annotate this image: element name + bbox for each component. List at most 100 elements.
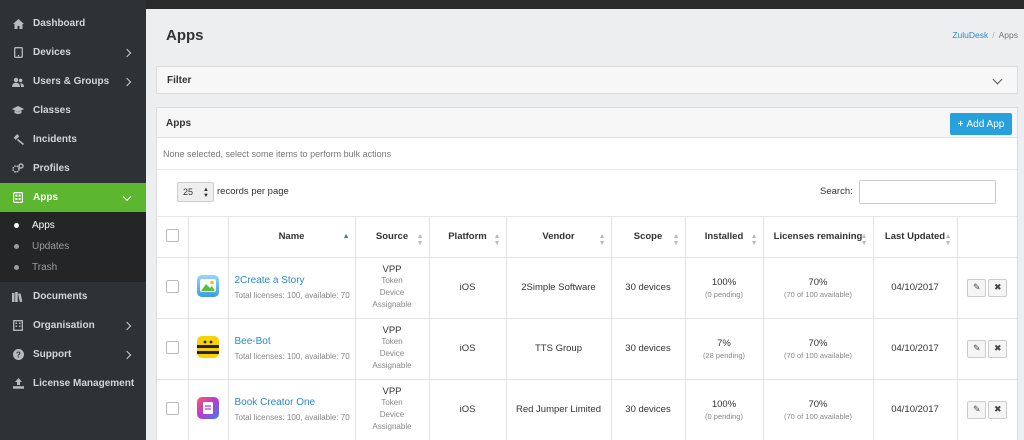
source-sub: Assignable [372, 422, 412, 431]
app-name-link[interactable]: Book Creator One [235, 397, 355, 408]
chevron-right-icon [122, 321, 132, 330]
apps-table: Name ▲ Source ▲ ▼ Platform ▲ ▼ Vendor ▲ ▼ Scope… [157, 217, 1017, 440]
chevron-right-icon [122, 48, 132, 57]
records-per-page-value: 25 [183, 187, 194, 197]
sidebar-item-license-management[interactable]: License Management [0, 369, 146, 398]
breadcrumb-current: Apps [998, 30, 1018, 40]
chevron-right-icon [122, 77, 132, 86]
column-header-source[interactable]: Source ▲ ▼ [355, 217, 430, 258]
pencil-icon: ✎ [972, 343, 981, 353]
sidebar-item-profiles[interactable]: Profiles [0, 154, 146, 183]
sidebar-item-dashboard[interactable]: Dashboard [0, 9, 146, 38]
breadcrumb-root-link[interactable]: ZuluDesk [952, 30, 988, 40]
column-header-platform[interactable]: Platform ▲ ▼ [429, 217, 507, 258]
vendor-cell: 2Simple Software [506, 257, 612, 319]
select-all-cell [157, 217, 189, 258]
column-label: Installed [704, 231, 744, 243]
column-header-last-updated[interactable]: Last Updated ▲ ▼ [873, 217, 958, 258]
column-header-installed[interactable]: Installed ▲ ▼ [685, 217, 764, 258]
sidebar-item-apps[interactable]: Apps [0, 183, 146, 212]
scope-cell: 30 devices [611, 318, 686, 380]
delete-button[interactable]: ✖ [988, 339, 1008, 358]
filter-title: Filter [167, 75, 192, 86]
source-cell: VPP Token Device Assignable [355, 379, 430, 440]
users-icon [12, 76, 24, 88]
platform-cell: iOS [429, 257, 507, 319]
sidebar-item-organisation[interactable]: Organisation [0, 311, 146, 340]
app-book-creator-icon [197, 397, 219, 419]
graduation-cap-icon [12, 105, 24, 117]
add-app-button[interactable]: + Add App [950, 113, 1012, 135]
actions-cell: ✎ ✖ [957, 318, 1017, 380]
sidebar-item-incidents[interactable]: Incidents [0, 125, 146, 154]
app-name-cell: Bee-Bot Total licenses: 100, available: … [228, 318, 356, 380]
records-per-page-label: records per page [217, 186, 289, 197]
subnav-item-updates[interactable]: Updates [0, 236, 146, 257]
filter-panel[interactable]: Filter [156, 66, 1018, 94]
column-header-name[interactable]: Name ▲ [228, 217, 356, 258]
select-all-checkbox[interactable] [165, 228, 179, 242]
sidebar-item-label: License Management [33, 378, 135, 389]
sidebar-item-classes[interactable]: Classes [0, 96, 146, 125]
licenses-cell: 70% (70 of 100 available) [763, 318, 874, 380]
installed-pending: (0 pending) [705, 411, 743, 421]
source-sub: Assignable [372, 300, 412, 309]
gears-icon [12, 163, 24, 175]
tablet-icon [12, 47, 24, 59]
column-header-scope[interactable]: Scope ▲ ▼ [611, 217, 686, 258]
licenses-available: (70 of 100 available) [784, 411, 852, 421]
row-checkbox[interactable] [165, 340, 179, 354]
column-header-licenses-remaining[interactable]: Licenses remaining ▲ ▼ [763, 217, 874, 258]
close-icon: ✖ [993, 282, 1002, 292]
source-cell: VPP Token Device Assignable [355, 318, 430, 380]
search-input[interactable] [859, 180, 996, 204]
app-name-cell: Book Creator One Total licenses: 100, av… [228, 379, 356, 440]
table-row[interactable]: Book Creator One Total licenses: 100, av… [157, 379, 1017, 440]
source-label: VPP [382, 386, 402, 397]
last-updated-cell: 04/10/2017 [873, 379, 958, 440]
search-label: Search: [820, 186, 853, 197]
chevron-down-icon[interactable] [992, 74, 1003, 85]
apps-panel-title: Apps [166, 118, 191, 129]
sort-icon: ▲ ▼ [860, 233, 868, 247]
row-checkbox[interactable] [165, 279, 179, 293]
edit-button[interactable]: ✎ [967, 400, 987, 419]
installed-cell: 100% (0 pending) [685, 379, 764, 440]
column-header-vendor[interactable]: Vendor ▲ ▼ [506, 217, 612, 258]
delete-button[interactable]: ✖ [988, 278, 1008, 297]
app-name-link[interactable]: Bee-Bot [235, 336, 355, 347]
sidebar-item-documents[interactable]: Documents [0, 282, 146, 311]
sidebar-item-support[interactable]: ? Support [0, 340, 146, 369]
table-row[interactable]: Bee-Bot Total licenses: 100, available: … [157, 318, 1017, 380]
top-bar [0, 0, 1024, 9]
page-title: Apps [166, 27, 204, 44]
sidebar-item-devices[interactable]: Devices [0, 38, 146, 67]
subnav-item-apps[interactable]: Apps [0, 215, 146, 236]
row-checkbox[interactable] [165, 401, 179, 415]
records-per-page-select[interactable]: 25 ▲ ▼ [177, 182, 214, 202]
source-sub: Device [379, 288, 405, 297]
app-name-link[interactable]: 2Create a Story [235, 275, 355, 286]
edit-button[interactable]: ✎ [967, 339, 987, 358]
chevron-right-icon [122, 350, 132, 359]
app-license-meta: Total licenses: 100, available: 70 [234, 351, 350, 361]
row-select-cell [157, 318, 189, 380]
actions-cell: ✎ ✖ [957, 379, 1017, 440]
plus-icon: + [957, 118, 964, 130]
installed-cell: 100% (0 pending) [685, 257, 764, 319]
delete-button[interactable]: ✖ [988, 400, 1008, 419]
last-updated-cell: 04/10/2017 [873, 318, 958, 380]
sort-icon: ▲ ▼ [598, 233, 606, 247]
subnav-item-label: Trash [32, 262, 58, 273]
installed-pending: (0 pending) [705, 289, 743, 299]
subnav-item-trash[interactable]: Trash [0, 257, 146, 278]
sidebar-item-users-groups[interactable]: Users & Groups [0, 67, 146, 96]
edit-button[interactable]: ✎ [967, 278, 987, 297]
breadcrumb-separator: / [992, 30, 995, 40]
installed-percent: 100% [711, 398, 737, 410]
sidebar-item-label: Users & Groups [33, 76, 110, 87]
table-row[interactable]: 2Create a Story Total licenses: 100, ava… [157, 257, 1017, 319]
sidebar-item-label: Dashboard [33, 18, 86, 29]
source-cell: VPP Token Device Assignable [355, 257, 430, 319]
sort-icon: ▲ ▼ [672, 233, 680, 247]
